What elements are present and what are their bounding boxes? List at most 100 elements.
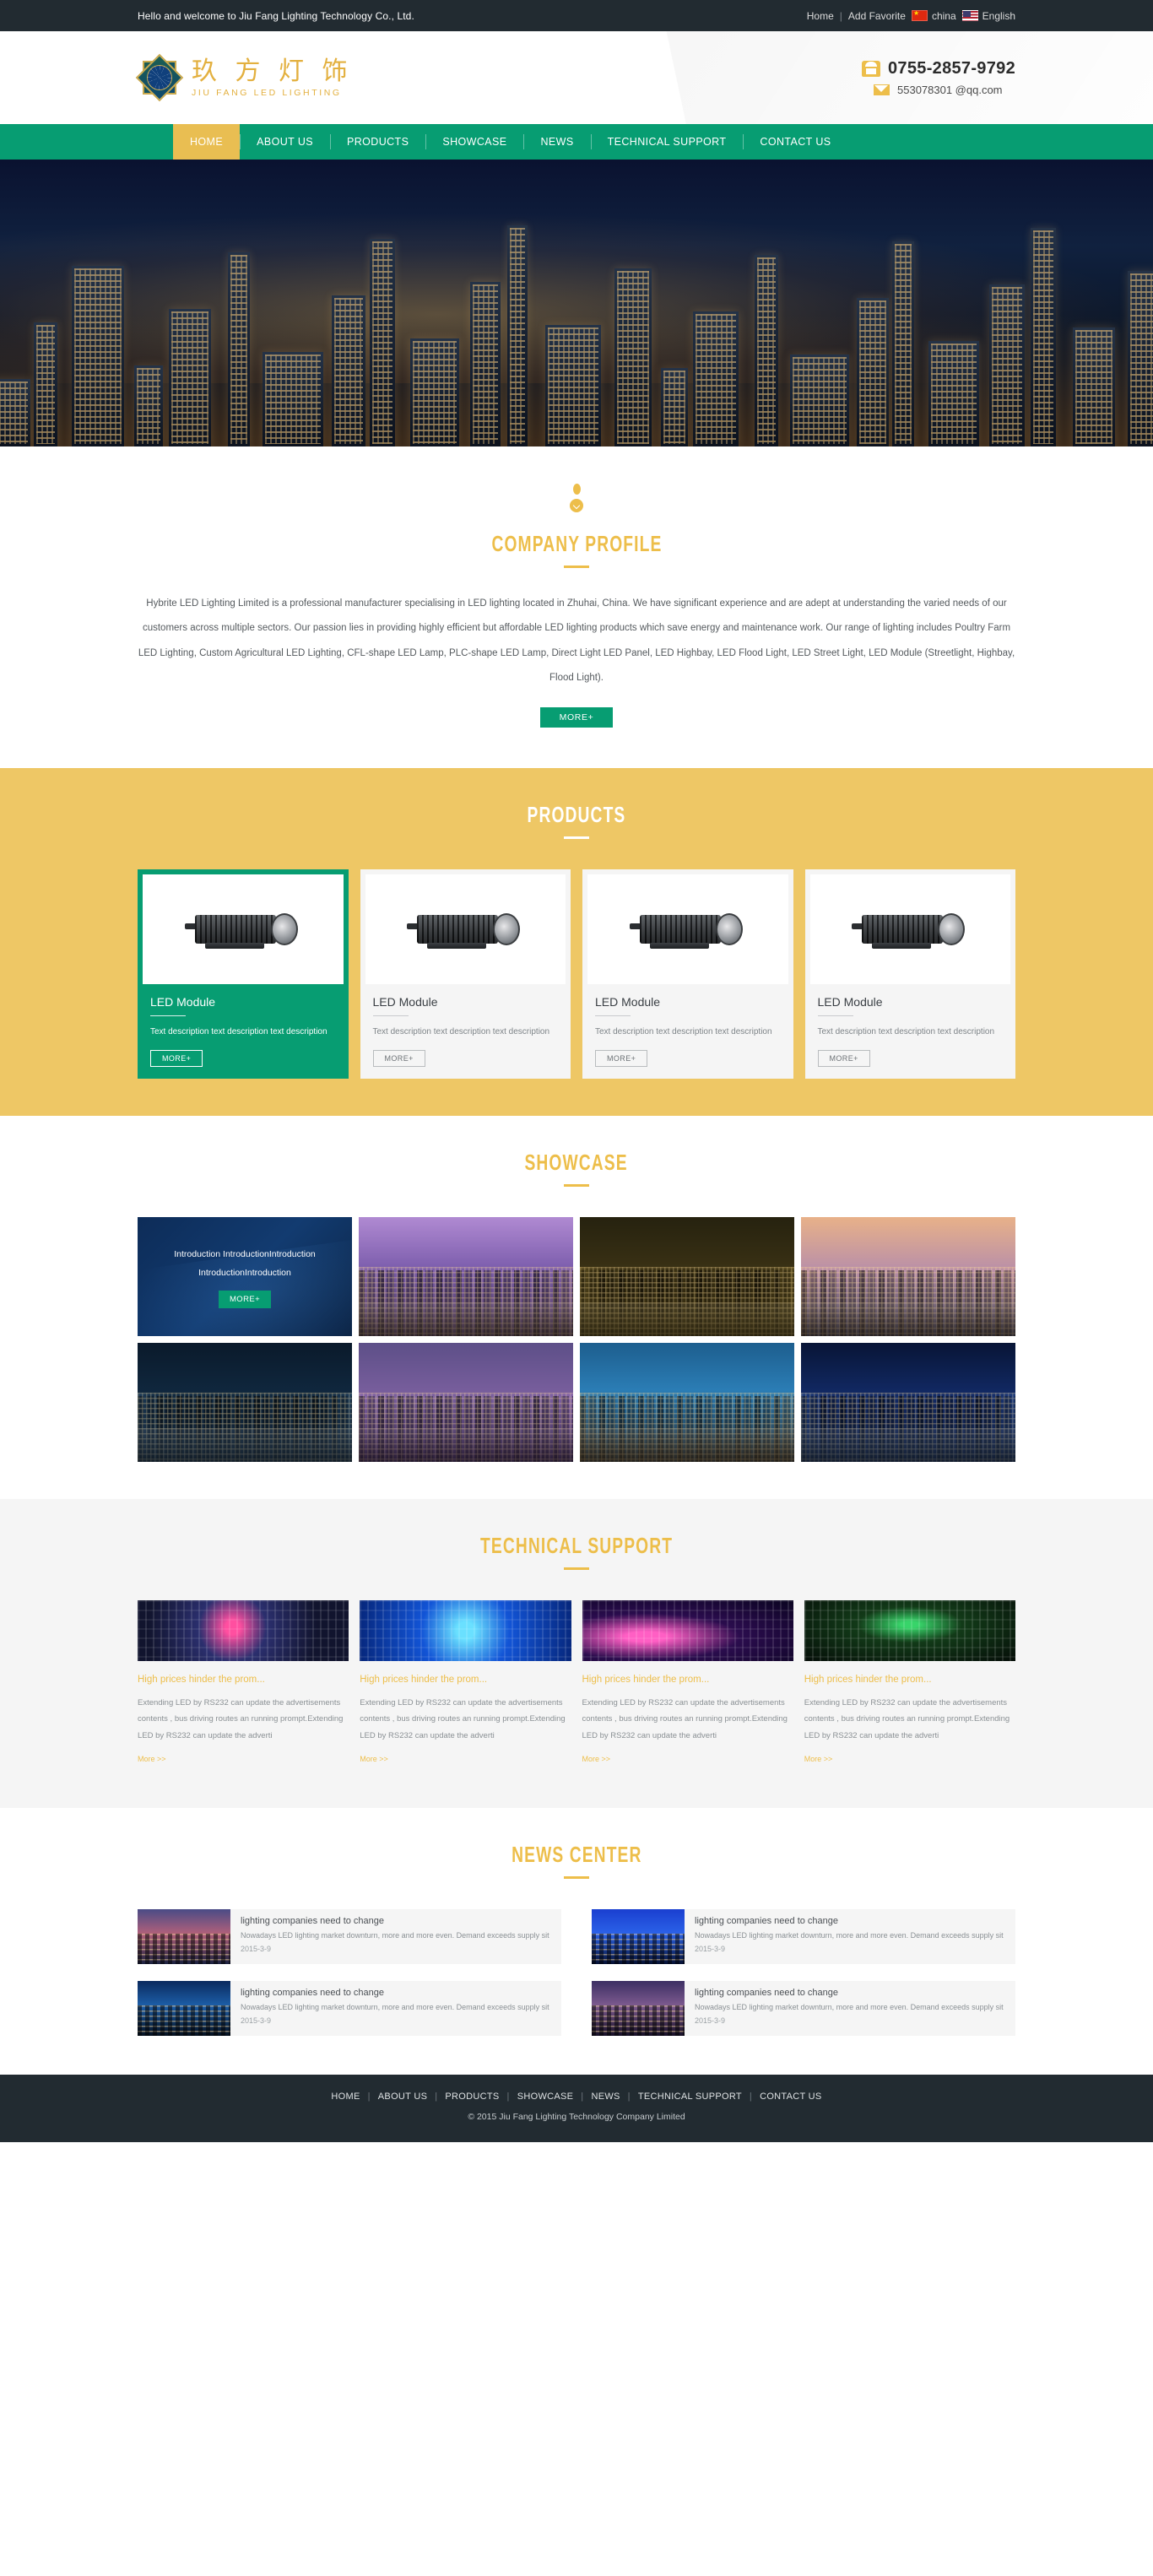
header-contact-info: 0755-2857-9792 553078301 @qq.com xyxy=(862,59,1015,96)
news-item[interactable]: lighting companies need to change Nowaday… xyxy=(592,1981,1015,2037)
showcase-photo xyxy=(359,1342,573,1462)
news-date: 2015-3-9 xyxy=(695,1944,726,1953)
section-title-products: PRODUCTS xyxy=(527,802,626,828)
company-profile-section: COMPANY PROFILE Hybrite LED Lighting Lim… xyxy=(0,446,1153,769)
product-more-button[interactable]: MORE+ xyxy=(817,1049,870,1067)
technical-support-grid: High prices hinder the prom... Extending … xyxy=(138,1599,1015,1766)
technical-support-title[interactable]: High prices hinder the prom... xyxy=(582,1675,793,1685)
phone-number: 0755-2857-9792 xyxy=(888,59,1015,78)
hero-banner-cityscape xyxy=(0,160,1153,446)
footer-link-news[interactable]: NEWS xyxy=(591,2092,620,2102)
technical-support-more-link[interactable]: More >> xyxy=(138,1755,166,1763)
technical-support-more-link[interactable]: More >> xyxy=(360,1755,388,1763)
nav-item-products[interactable]: PRODUCTS xyxy=(329,124,425,160)
language-switch-english[interactable]: English xyxy=(961,9,1015,22)
nav-item-showcase[interactable]: SHOWCASE xyxy=(425,124,523,160)
news-grid: lighting companies need to change Nowaday… xyxy=(138,1909,1015,2037)
showcase-photo xyxy=(138,1342,352,1462)
logo-chinese-name: 玖 方 灯 饰 xyxy=(192,57,354,85)
news-title[interactable]: lighting companies need to change xyxy=(695,1916,1004,1926)
news-date: 2015-3-9 xyxy=(241,1944,272,1953)
technical-support-card[interactable]: High prices hinder the prom... Extending … xyxy=(360,1599,571,1766)
company-profile-more-button[interactable]: MORE+ xyxy=(540,707,613,728)
showcase-photo xyxy=(359,1216,573,1336)
showcase-tile-violet-bay[interactable] xyxy=(359,1342,573,1462)
nav-item-about-us[interactable]: ABOUT US xyxy=(240,124,330,160)
news-center-section: NEWS CENTER lighting companies need to c… xyxy=(0,1808,1153,2075)
divider xyxy=(817,1015,853,1017)
technical-support-description: Extending LED by RS232 can update the ad… xyxy=(360,1697,566,1740)
showcase-tile-waterfront-skyline[interactable] xyxy=(801,1216,1015,1336)
technical-support-title[interactable]: High prices hinder the prom... xyxy=(804,1675,1015,1685)
language-switch-chinese[interactable]: china xyxy=(911,9,956,22)
technical-support-title[interactable]: High prices hinder the prom... xyxy=(360,1675,571,1685)
showcase-tile-neon-towers[interactable] xyxy=(801,1342,1015,1462)
technical-support-card[interactable]: High prices hinder the prom... Extending … xyxy=(138,1599,349,1766)
news-item[interactable]: lighting companies need to change Nowaday… xyxy=(138,1909,561,1965)
product-more-button[interactable]: MORE+ xyxy=(150,1049,203,1067)
technical-support-description: Extending LED by RS232 can update the ad… xyxy=(582,1697,788,1740)
footer-link-contact-us[interactable]: CONTACT US xyxy=(760,2092,822,2102)
news-summary: Nowadays LED lighting market downturn, m… xyxy=(241,1931,549,1940)
title-underline xyxy=(564,836,589,840)
language-label-chinese: china xyxy=(931,9,956,22)
technical-support-card[interactable]: High prices hinder the prom... Extending … xyxy=(804,1599,1015,1766)
showcase-tile-intro[interactable]: Introduction IntroductionIntroduction In… xyxy=(138,1216,352,1336)
section-title-news-center: NEWS CENTER xyxy=(511,1842,642,1868)
showcase-tile-ferris-wheel[interactable] xyxy=(138,1342,352,1462)
section-title-showcase: SHOWCASE xyxy=(524,1149,629,1175)
footer-link-home[interactable]: HOME xyxy=(331,2092,360,2102)
technical-support-more-link[interactable]: More >> xyxy=(804,1755,833,1763)
showcase-tile-laser-palace[interactable] xyxy=(580,1216,794,1336)
top-utility-links: Home | Add Favorite china English xyxy=(807,10,1015,22)
led-pixel-string-photo xyxy=(360,1599,571,1661)
email-address: 553078301 @qq.com xyxy=(897,84,1003,96)
divider xyxy=(372,1015,409,1017)
footer-link-products[interactable]: PRODUCTS xyxy=(445,2092,499,2102)
product-image-led-module xyxy=(809,874,1010,985)
news-item[interactable]: lighting companies need to change Nowaday… xyxy=(138,1981,561,2037)
nav-item-contact-us[interactable]: CONTACT US xyxy=(743,124,847,160)
product-more-button[interactable]: MORE+ xyxy=(372,1049,425,1067)
technical-support-more-link[interactable]: More >> xyxy=(582,1755,611,1763)
showcase-photo xyxy=(580,1342,794,1462)
product-more-button[interactable]: MORE+ xyxy=(595,1049,648,1067)
news-title[interactable]: lighting companies need to change xyxy=(241,1916,549,1926)
add-favorite-link[interactable]: Add Favorite xyxy=(848,10,906,22)
header-email: 553078301 @qq.com xyxy=(862,84,1015,96)
technical-support-title[interactable]: High prices hinder the prom... xyxy=(138,1675,349,1685)
product-description: Text description text description text d… xyxy=(817,1027,995,1037)
section-title-technical-support: TECHNICAL SUPPORT xyxy=(479,1532,674,1558)
technical-support-card[interactable]: High prices hinder the prom... Extending … xyxy=(582,1599,793,1766)
product-card[interactable]: LED Module Text description text descript… xyxy=(582,869,793,1079)
nav-item-home[interactable]: HOME xyxy=(173,124,241,160)
news-center-heading: NEWS CENTER xyxy=(0,1842,1153,1880)
product-image-led-module xyxy=(365,874,566,985)
product-description: Text description text description text d… xyxy=(595,1027,772,1037)
showcase-tile-purple-highrise[interactable] xyxy=(359,1216,573,1336)
footer-separator: | xyxy=(506,2092,510,2102)
usa-flag-icon xyxy=(961,10,978,21)
news-title[interactable]: lighting companies need to change xyxy=(695,1988,1004,1998)
footer-navigation: HOME | ABOUT US | PRODUCTS | SHOWCASE | NEWS | TEC… xyxy=(0,2092,1153,2102)
site-logo[interactable]: 玖 方 灯 饰 JIU FANG LED LIGHTING xyxy=(135,53,354,102)
nav-item-news[interactable]: NEWS xyxy=(523,124,590,160)
technical-support-section: TECHNICAL SUPPORT High prices hinder the… xyxy=(0,1498,1153,1809)
footer-link-about-us[interactable]: ABOUT US xyxy=(378,2092,427,2102)
language-label-english: English xyxy=(982,9,1015,22)
led-lotus-lights-photo xyxy=(582,1599,793,1661)
news-title[interactable]: lighting companies need to change xyxy=(241,1988,549,1998)
led-moving-head-photo xyxy=(138,1599,349,1661)
footer-link-showcase[interactable]: SHOWCASE xyxy=(517,2092,574,2102)
product-card[interactable]: LED Module Text description text descript… xyxy=(138,869,349,1079)
showcase-more-button[interactable]: MORE+ xyxy=(218,1290,272,1308)
product-card[interactable]: LED Module Text description text descript… xyxy=(360,869,571,1079)
product-card[interactable]: LED Module Text description text descript… xyxy=(804,869,1015,1079)
product-image-led-module xyxy=(143,874,344,985)
footer-link-technical-support[interactable]: TECHNICAL SUPPORT xyxy=(638,2092,742,2102)
news-item[interactable]: lighting companies need to change Nowaday… xyxy=(592,1909,1015,1965)
showcase-tile-harbour-blue[interactable] xyxy=(580,1342,794,1462)
nav-item-technical-support[interactable]: TECHNICAL SUPPORT xyxy=(590,124,744,160)
top-home-link[interactable]: Home xyxy=(807,10,834,22)
title-underline xyxy=(564,1876,589,1880)
